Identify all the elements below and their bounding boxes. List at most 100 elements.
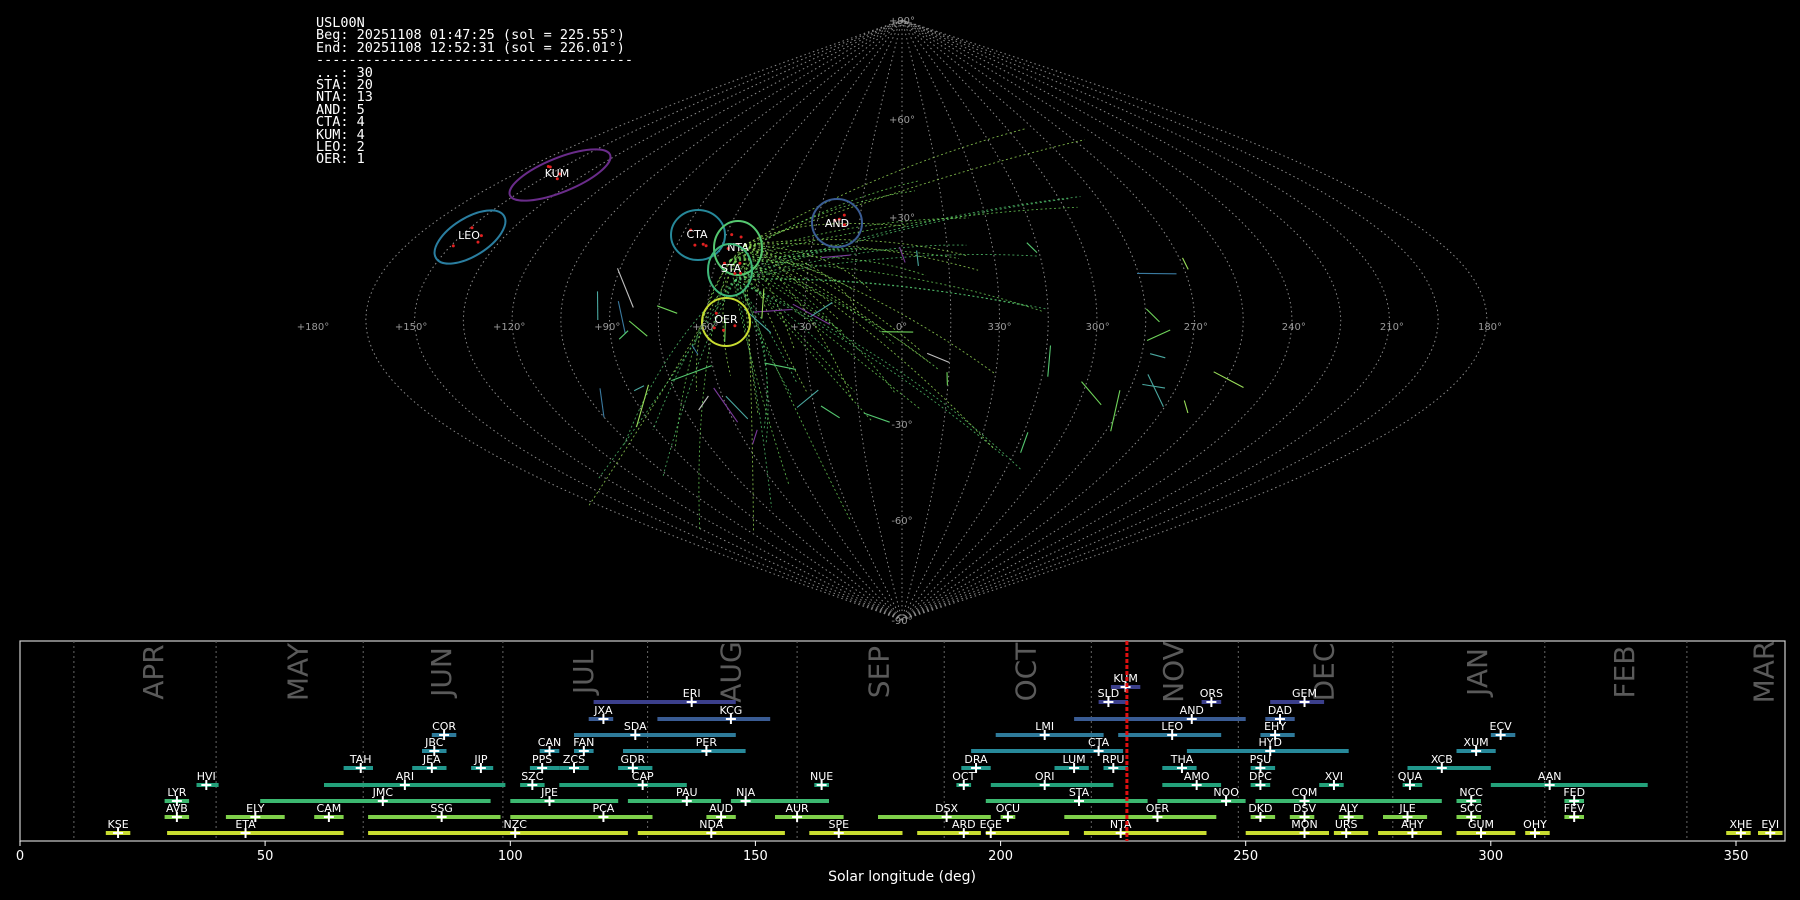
shower-label: GDR <box>620 753 645 766</box>
month-label: JAN <box>1461 648 1494 698</box>
shower-label: JBC <box>424 736 444 749</box>
shower-label: PER <box>696 736 718 749</box>
month-label: FEB <box>1608 645 1641 698</box>
month-label: JUN <box>425 647 458 699</box>
shower-label: ECV <box>1490 720 1513 733</box>
shower-label: ERI <box>683 687 701 700</box>
x-axis: 0 50 100 150 200 250 300 350 <box>16 841 1749 864</box>
shower-label: SLD <box>1098 687 1120 700</box>
shower-label: NDA <box>699 818 724 831</box>
shower-label: NCC <box>1459 786 1483 799</box>
x-tick-label: 100 <box>498 849 523 864</box>
shower-bar-pau <box>627 799 722 803</box>
month-label: JUL <box>567 649 600 696</box>
shower-bar-ari <box>324 783 506 787</box>
month-label: OCT <box>1010 642 1043 702</box>
shower-label: CTA <box>1088 736 1110 749</box>
shower-label: ORI <box>1035 770 1055 783</box>
shower-bar-and <box>1074 717 1246 721</box>
shower-label: PAU <box>676 786 698 799</box>
shower-label: JLE <box>1398 802 1415 815</box>
shower-bar-noo <box>1157 799 1246 803</box>
shower-label: COR <box>432 720 456 733</box>
shower-label: ALY <box>1339 802 1358 815</box>
shower-label: ELY <box>246 802 265 815</box>
shower-label: AHY <box>1401 818 1424 831</box>
shower-label: OCU <box>996 802 1020 815</box>
shower-label: NIA <box>736 786 755 799</box>
shower-label: ZCS <box>563 753 585 766</box>
shower-label: NTA <box>1110 818 1132 831</box>
shower-label: RPU <box>1102 753 1124 766</box>
month-label: MAR <box>1748 641 1781 704</box>
shower-bar-spe <box>809 831 903 835</box>
shower-label: ORS <box>1200 687 1223 700</box>
shower-label: AMO <box>1184 770 1210 783</box>
shower-label: AUD <box>709 802 733 815</box>
shower-label: JXA <box>593 704 613 717</box>
shower-label: DAD <box>1268 704 1292 717</box>
shower-bar-kcg <box>657 717 771 721</box>
shower-label: HYD <box>1258 736 1281 749</box>
shower-label: SSG <box>430 802 453 815</box>
x-tick-label: 0 <box>16 849 24 864</box>
x-tick-label: 250 <box>1233 849 1258 864</box>
shower-bar-ard <box>917 831 981 835</box>
shower-bar-ssg <box>368 815 501 819</box>
shower-bar-eri <box>593 700 736 704</box>
shower-label: CAP <box>632 770 654 783</box>
shower-label: JPE <box>540 786 558 799</box>
shower-label: XVI <box>1325 770 1343 783</box>
shower-label: DRA <box>964 753 988 766</box>
shower-label: PSU <box>1250 753 1272 766</box>
month-label: APR <box>137 644 170 700</box>
shower-label: OER <box>1146 802 1170 815</box>
shower-timeline-chart: APRMAYJUNJULAUGSEPOCTNOVDECJANFEBMAR KUM… <box>16 640 1786 885</box>
shower-bar-mon <box>1245 831 1329 835</box>
shower-label: EHY <box>1264 720 1286 733</box>
shower-bar-eta <box>167 831 344 835</box>
shower-label: ARD <box>952 818 976 831</box>
shower-label: EGE <box>980 818 1002 831</box>
x-axis-label: Solar longitude (deg) <box>828 869 976 885</box>
month-label: NOV <box>1157 641 1190 703</box>
shower-label: SZC <box>521 770 544 783</box>
shower-label: FEV <box>1564 802 1585 815</box>
shower-bar-nzc <box>368 831 628 835</box>
shower-label: TAH <box>349 753 372 766</box>
shower-label: FAN <box>573 736 594 749</box>
shower-label: LEO <box>1161 720 1183 733</box>
shower-bar-oer <box>1064 815 1217 819</box>
shower-label: GEM <box>1292 687 1317 700</box>
shower-label: ARI <box>396 770 414 783</box>
shower-label: JMC <box>372 786 394 799</box>
shower-label: MON <box>1291 818 1317 831</box>
shower-bar-nta <box>1083 831 1207 835</box>
shower-label: CAN <box>538 736 561 749</box>
shower-bar-ege <box>985 831 1070 835</box>
shower-label: LMI <box>1035 720 1054 733</box>
shower-label: QUA <box>1398 770 1423 783</box>
shower-label: KCG <box>719 704 742 717</box>
shower-bar-ori <box>990 783 1114 787</box>
shower-label: PCA <box>592 802 614 815</box>
x-tick-label: 50 <box>257 849 274 864</box>
shower-label: AND <box>1180 704 1204 717</box>
shower-label: XUM <box>1464 736 1489 749</box>
shower-label: XHE <box>1730 818 1753 831</box>
x-tick-label: 150 <box>743 849 768 864</box>
shower-label: STA <box>1069 786 1090 799</box>
shower-label: NOO <box>1213 786 1239 799</box>
month-label: AUG <box>714 641 747 702</box>
shower-label: THA <box>1170 753 1194 766</box>
x-tick-label: 350 <box>1724 849 1749 864</box>
shower-label: FED <box>1563 786 1585 799</box>
shower-label: AVB <box>166 802 188 815</box>
shower-label: JIP <box>473 753 487 766</box>
shower-label: PPS <box>532 753 552 766</box>
shower-label: SDA <box>624 720 647 733</box>
shower-label: XCB <box>1431 753 1453 766</box>
month-label: SEP <box>863 646 896 698</box>
x-tick-label: 300 <box>1478 849 1503 864</box>
shower-label: DPC <box>1249 770 1272 783</box>
